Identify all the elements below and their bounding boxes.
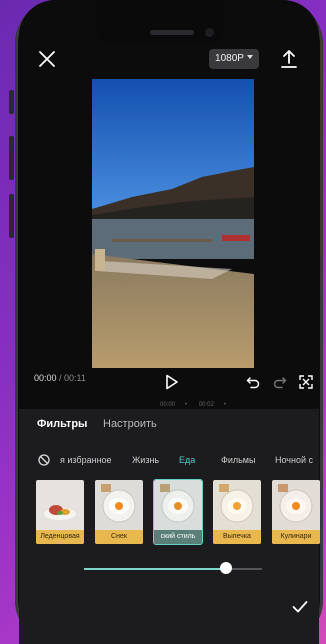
phone-volume-up [9,136,14,180]
category-life[interactable]: Жизнь [132,455,159,465]
tab-filters[interactable]: Фильтры [37,418,87,430]
phone-notch [95,0,225,46]
chevron-down-icon [246,55,253,59]
confirm-check-icon[interactable] [292,600,308,614]
close-icon[interactable] [36,48,58,70]
filter-thumb-snack[interactable]: Снек [95,480,143,544]
play-icon[interactable] [165,374,179,390]
ruler-mark: 00:02 [198,402,214,408]
ruler-mark: 00:00 [160,402,176,408]
video-preview[interactable] [92,79,254,368]
resolution-dropdown[interactable]: 1080P [209,49,259,69]
filter-thumb-bakery[interactable]: Выпечка [213,480,261,544]
ruler-mark: • [223,402,226,408]
filter-thumb-candy[interactable]: Леденцовая [36,480,84,544]
intensity-slider[interactable] [84,568,262,570]
filter-label: Выпечка [213,530,261,544]
filter-label: Леденцовая [36,530,84,544]
category-night[interactable]: Ночной с [275,455,313,465]
intensity-slider-knob[interactable] [220,562,232,574]
filter-label: Снек [95,530,143,544]
phone-volume-down [9,194,14,238]
total-time: 00:11 [64,373,86,383]
timeline-ruler: 00:00 • 00:02 • [160,402,226,408]
intensity-slider-fill [84,568,227,570]
category-favorites[interactable]: я избранное [60,455,112,465]
category-films[interactable]: Фильмы [221,455,255,465]
ruler-mark: • [185,402,188,408]
filter-label: ский стиль [154,530,202,544]
category-food[interactable]: Еда [179,455,195,465]
filter-thumb-style[interactable]: ский стиль [153,479,203,545]
phone-silent-switch [9,90,14,114]
filter-thumb-culinary[interactable]: Кулинари [272,480,320,544]
playback-time: 00:00 / 00:11 [34,373,86,383]
filter-label: Кулинари [272,530,320,544]
no-filter-icon[interactable] [38,454,50,466]
phone-camera [205,28,214,37]
resolution-label: 1080P [215,53,244,64]
time-separator: / [56,373,65,383]
tab-adjust[interactable]: Настроить [103,418,157,430]
current-time: 00:00 [34,373,57,383]
export-icon[interactable] [279,48,299,70]
undo-icon[interactable] [246,375,260,389]
phone-speaker [150,30,194,35]
redo-icon[interactable] [273,375,287,389]
fullscreen-icon[interactable] [299,375,313,389]
